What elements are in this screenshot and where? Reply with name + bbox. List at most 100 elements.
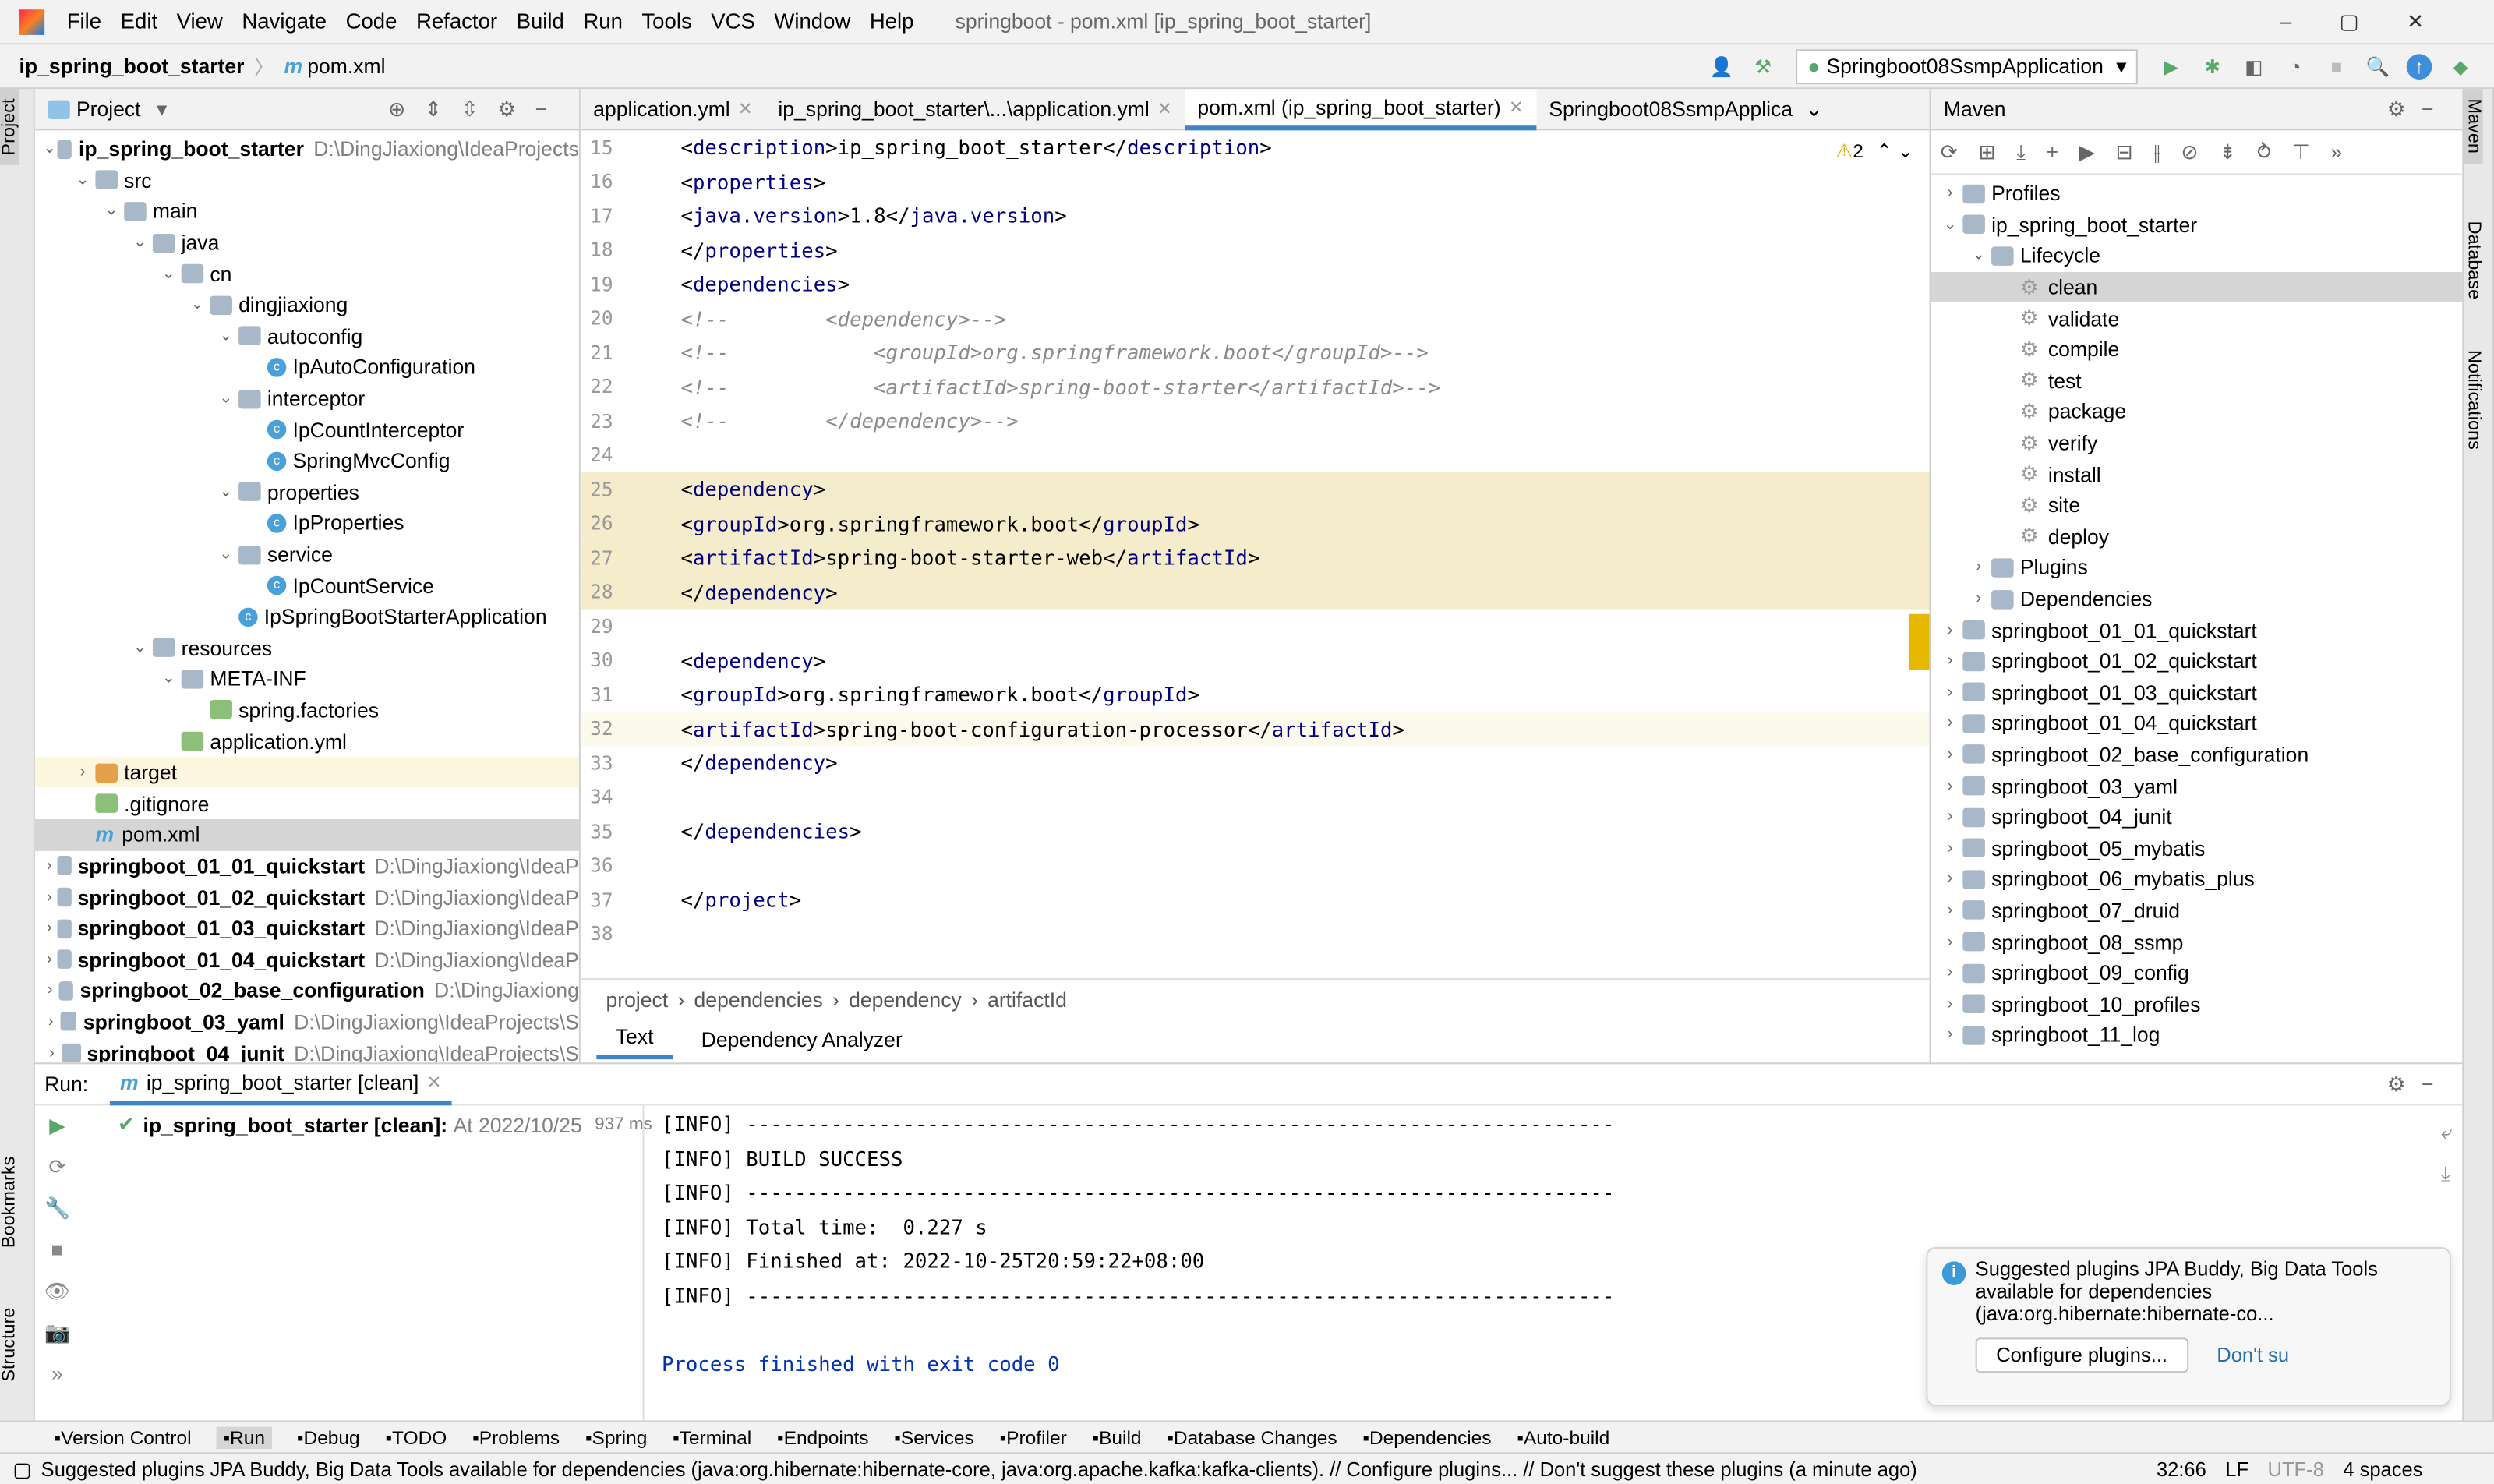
run-config-select[interactable]: ● Springboot08SsmpApplication ▾ [1796,48,2138,84]
code-text[interactable]: </dependencies > [660,814,1930,849]
tool-button-services[interactable]: ▪ Services [894,1426,974,1449]
chevron-right-icon[interactable]: › [1938,808,1963,825]
code-text[interactable]: < properties > [660,164,1930,199]
project-tree-item[interactable]: › target [34,757,579,789]
maven-tree-item[interactable]: ⚙ clean [1931,271,2463,303]
project-tree-item[interactable]: ⌄ autoconfig [35,320,579,352]
build-hammer-icon[interactable]: ⚒ [1750,53,1776,79]
profile-icon[interactable]: ◔ [2283,53,2309,79]
maven-tree-item[interactable]: ⚙ deploy [1931,521,2463,552]
maven-tree-item[interactable]: ⚙ validate [1931,303,2463,334]
code-text[interactable]: <!-- <artifactId>spring-boot-starter</ar… [660,369,1930,404]
maven-tree-item[interactable]: › springboot_01_03_quickstart [1931,677,2463,708]
maven-tree-item[interactable]: › springboot_08_ssmp [1931,926,2463,957]
code-text[interactable]: <!-- <groupId>org.springframework.boot</… [660,336,1930,370]
menu-refactor[interactable]: Refactor [416,9,497,34]
code-text[interactable]: < groupId >org.springframework.boot</group… [660,507,1930,541]
maven-tree-item[interactable]: › springboot_01_04_quickstart [1931,708,2463,739]
maven-tree-item[interactable]: ⚙ compile [1931,334,2463,366]
console-toolbar[interactable]: ⤶ ⤓ [2441,1112,2453,1195]
tool-button-database-changes[interactable]: ▪ Database Changes [1167,1426,1337,1449]
search-icon[interactable]: 🔍 [2365,53,2391,79]
code-text[interactable]: < dependency > [660,472,1930,507]
editor-breadcrumb[interactable]: artifactId [987,987,1067,1011]
tool-button-run[interactable]: ▪ Run [217,1426,272,1449]
close-icon[interactable]: ✕ [1509,96,1524,117]
code-text[interactable]: < java.version >1.8</java.version > [660,199,1930,233]
user-icon[interactable]: 👤 [1709,53,1735,79]
code-text[interactable]: < dependency > [660,644,1930,678]
chevron-right-icon[interactable]: › [1938,185,1963,202]
project-tree-item[interactable]: spring.factories [35,694,579,726]
chevron-right-icon[interactable]: › [1938,933,1963,950]
code-text[interactable] [660,438,1930,472]
menu-vcs[interactable]: VCS [711,9,755,34]
chevron-right-icon[interactable]: › [1938,871,1963,888]
project-tree-item[interactable]: ⌄ src [35,164,579,196]
maven-tree-item[interactable]: › springboot_02_base_configuration [1931,739,2463,770]
code-text[interactable] [660,849,1930,883]
configure-plugins-button[interactable]: Configure plugins... [1975,1337,2188,1373]
maven-tree-item[interactable]: › springboot_04_junit [1931,801,2463,832]
project-tree-item[interactable]: ⌄ ip_spring_boot_starter D:\DingJiaxiong\I… [35,133,579,164]
chevron-right-icon[interactable]: › [1966,590,1991,607]
menu-navigate[interactable]: Navigate [242,9,327,34]
project-tree-item[interactable]: › springboot_01_03_quickstart D:\DingJiaxi… [35,913,579,944]
project-tree-item[interactable]: › springboot_01_02_quickstart D:\DingJiaxi… [35,882,579,913]
chevron-down-icon[interactable]: ⌄ [185,296,210,313]
project-tree-item[interactable]: application.yml [35,726,579,757]
tool-button-debug[interactable]: ▪ Debug [297,1426,360,1449]
maven-tree-item[interactable]: › springboot_07_druid [1931,895,2463,926]
code-text[interactable]: <!-- <dependency>--> [660,302,1930,336]
menu-code[interactable]: Code [346,9,397,34]
code-text[interactable]: </project > [660,883,1930,917]
maven-tree-item[interactable]: › springboot_05_mybatis [1931,832,2463,864]
run-tree-item[interactable]: ✔ ip_spring_boot_starter [clean]: At 2022… [118,1112,652,1138]
line-separator[interactable]: LF [2225,1458,2248,1480]
menu-edit[interactable]: Edit [121,9,157,34]
dont-suggest-link[interactable]: Don't su [2217,1344,2289,1366]
chevron-right-icon[interactable]: › [1938,839,1963,857]
tool-button-spring[interactable]: ▪ Spring [585,1426,647,1449]
project-tree-item[interactable]: ⌄ interceptor [35,383,579,414]
code-text[interactable]: </properties > [660,233,1930,267]
chevron-down-icon[interactable]: ⌄ [156,265,182,282]
project-tree-item[interactable]: ⌄ resources [35,632,579,663]
code-text[interactable]: </dependency > [660,746,1930,780]
chevron-right-icon[interactable]: › [1938,652,1963,670]
chevron-right-icon[interactable]: › [41,857,57,874]
chevron-down-icon[interactable]: ⌄ [1938,216,1963,233]
structure-tool-button[interactable]: Structure [0,1298,19,1391]
notifications-tool-button[interactable]: Notifications [2464,340,2482,458]
update-icon[interactable]: ↑ [2406,53,2432,80]
tool-button-build[interactable]: ▪ Build [1092,1426,1141,1449]
chevron-down-icon[interactable]: ⌄ [1966,247,1991,264]
code-text[interactable] [660,917,1930,952]
project-tree-item[interactable]: ⌄ META-INF [35,663,579,694]
project-tree-item[interactable]: c IpCountService [35,570,579,601]
chevron-right-icon[interactable]: › [70,764,96,781]
maven-settings-icon[interactable]: ⚙− [2387,96,2450,122]
run-settings-icon[interactable]: ⚙− [2387,1071,2450,1097]
menu-tools[interactable]: Tools [641,9,691,34]
code-text[interactable]: < dependencies > [660,267,1930,302]
code-text[interactable] [660,780,1930,814]
project-tree-item[interactable]: ⌄ cn [35,258,579,289]
indent-setting[interactable]: 4 spaces [2343,1458,2422,1480]
maven-tree-item[interactable]: ⌄ ip_spring_boot_starter [1931,210,2463,241]
editor-tab[interactable]: pom.xml (ip_spring_boot_starter) ✕ [1185,88,1537,130]
chevron-right-icon[interactable]: › [41,1013,60,1030]
tool-button-endpoints[interactable]: ▪ Endpoints [777,1426,869,1449]
editor-tab[interactable]: application.yml ✕ [581,88,765,129]
maven-tree-item[interactable]: ⚙ verify [1931,427,2463,458]
maven-tree-item[interactable]: ⚙ test [1931,365,2463,396]
chevron-right-icon[interactable]: › [1966,559,1991,576]
editor-breadcrumb[interactable]: dependencies [694,987,823,1011]
chevron-right-icon[interactable]: › [41,920,57,937]
editor-bottom-tab[interactable]: Text [596,1018,673,1060]
code-text[interactable]: </dependency > [660,575,1930,610]
breadcrumb-file[interactable]: pom.xml [307,54,385,78]
tool-button-auto-build[interactable]: ▪ Auto-build [1517,1426,1609,1449]
chevron-right-icon[interactable]: › [1938,1026,1963,1044]
project-tree-item[interactable]: ⌄ service [35,539,579,570]
